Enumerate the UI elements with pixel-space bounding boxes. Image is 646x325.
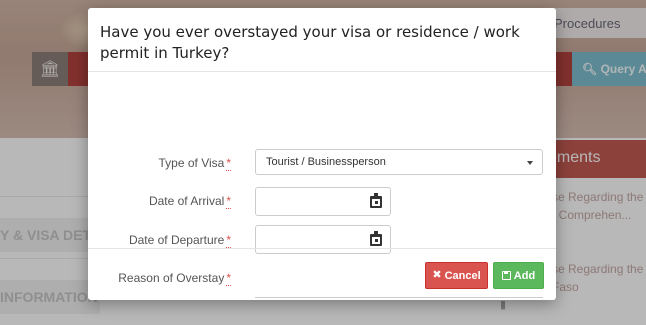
cancel-button[interactable]: ✖ Cancel: [425, 262, 488, 289]
required-mark: *: [226, 233, 231, 248]
add-button-label: Add: [513, 269, 536, 282]
visa-type-value: Tourist / Businessperson: [266, 156, 386, 168]
cancel-button-label: Cancel: [444, 269, 481, 282]
overstay-modal: Have you ever overstayed your visa or re…: [88, 8, 556, 300]
departure-date-label: Date of Departure *: [128, 233, 231, 248]
required-mark: *: [226, 156, 231, 171]
required-mark: *: [226, 194, 231, 209]
visa-type-select[interactable]: Tourist / Businessperson: [255, 149, 543, 175]
arrival-date-label: Date of Arrival *: [148, 194, 231, 209]
visa-type-label: Type of Visa *: [158, 156, 231, 171]
close-icon: ✖: [432, 269, 442, 281]
save-icon: [501, 271, 511, 280]
arrival-date-label-text: Date of Arrival: [148, 194, 225, 208]
modal-title: Have you ever overstayed your visa or re…: [100, 23, 520, 62]
visa-type-label-text: Type of Visa: [158, 156, 225, 170]
departure-date-label-text: Date of Departure: [128, 233, 225, 247]
caret-down-icon: [527, 161, 533, 165]
calendar-icon[interactable]: [370, 231, 382, 246]
modal-footer: ✖ Cancel Add: [88, 248, 556, 300]
calendar-icon[interactable]: [370, 193, 382, 208]
modal-header: Have you ever overstayed your visa or re…: [88, 8, 556, 72]
arrival-date-input[interactable]: [255, 187, 391, 216]
add-button[interactable]: Add: [493, 262, 544, 289]
modal-body: Type of Visa * Tourist / Businessperson D…: [88, 72, 556, 298]
